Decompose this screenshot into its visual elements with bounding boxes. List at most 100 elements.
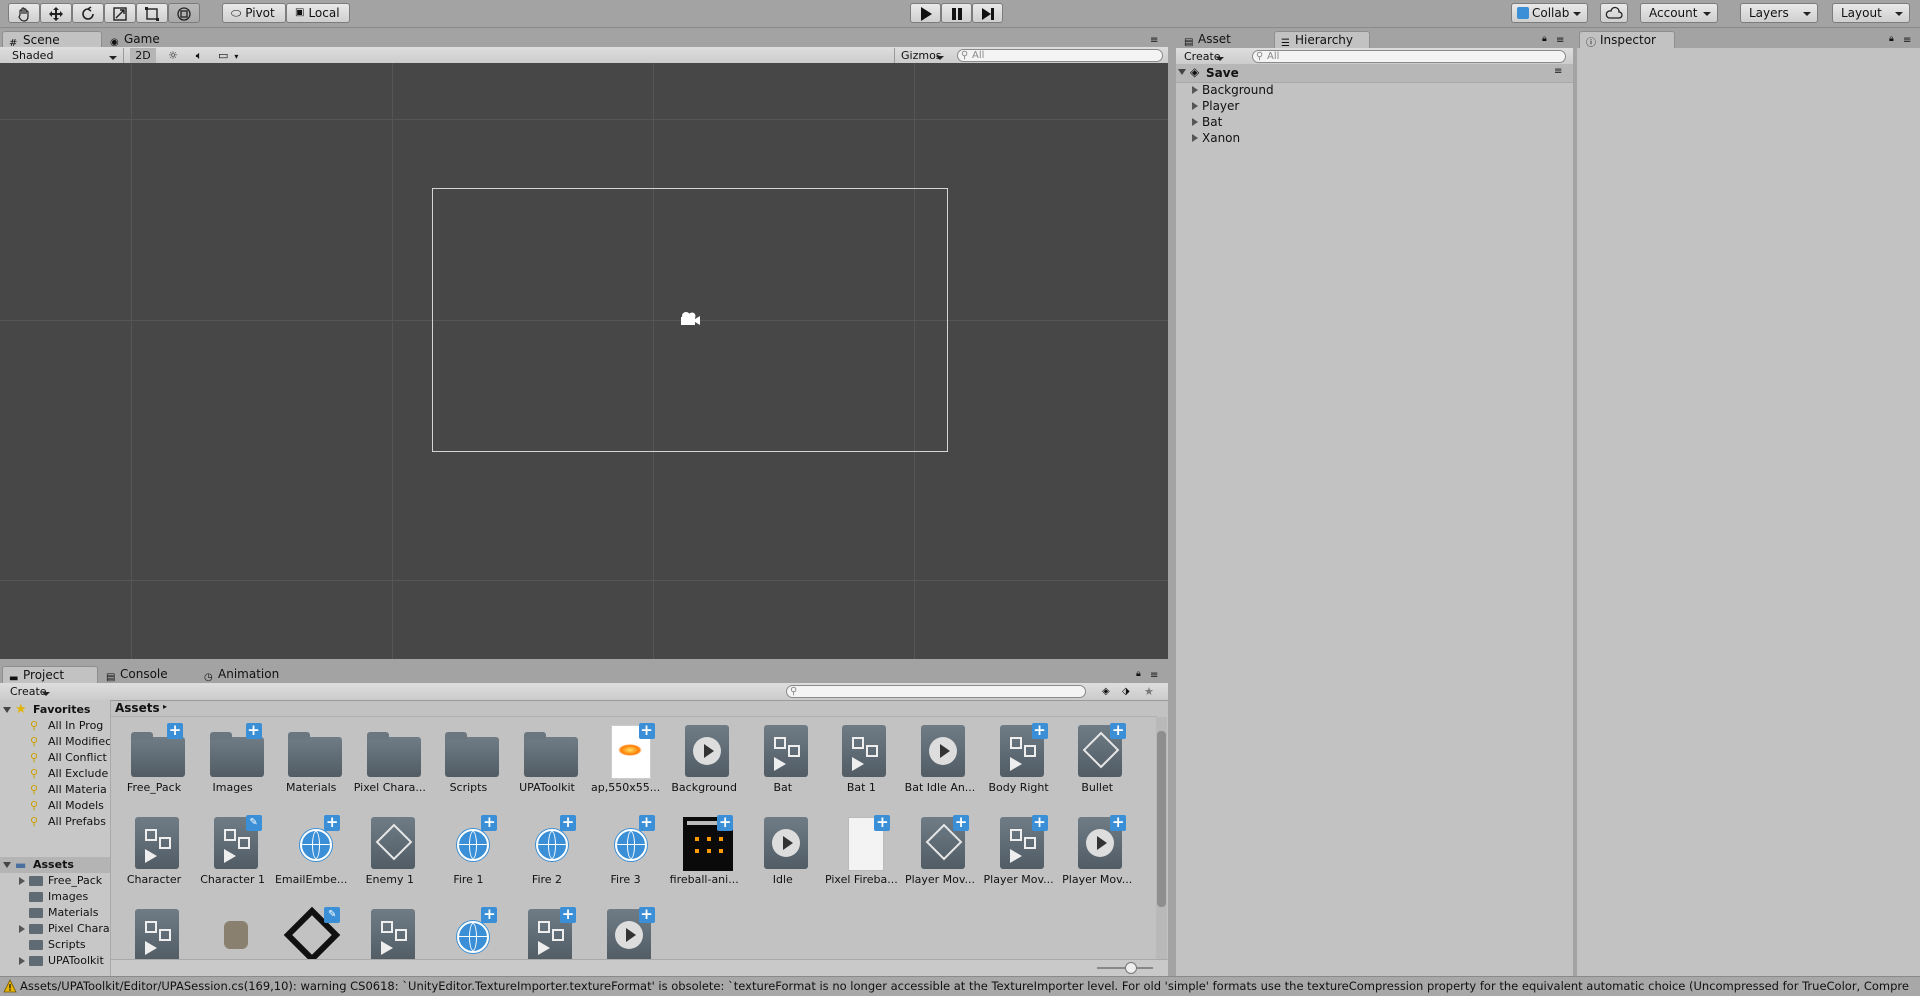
asset-item[interactable] (117, 901, 191, 959)
hierarchy-create-dropdown[interactable]: Create (1180, 49, 1230, 64)
pause-button[interactable] (941, 3, 972, 23)
expand-triangle-icon[interactable] (1192, 86, 1198, 94)
scale-tool-button[interactable] (104, 3, 136, 23)
scrollbar-thumb[interactable] (1157, 731, 1166, 907)
asset-grid-scrollbar[interactable] (1156, 717, 1167, 959)
tab-project[interactable]: ▬ Project (2, 666, 98, 684)
asset-item[interactable]: Enemy 1 (353, 809, 427, 901)
expand-triangle-icon[interactable] (19, 957, 25, 965)
lock-icon[interactable]: 🔒︎ (1889, 34, 1894, 44)
effects-dropdown[interactable]: ▭ ▾ (214, 48, 246, 63)
step-button[interactable] (972, 3, 1003, 23)
hierarchy-item[interactable]: Xanon (1176, 130, 1573, 146)
collab-dropdown[interactable]: Collab (1511, 3, 1588, 23)
asset-folder-item[interactable]: Scripts (0, 937, 110, 953)
hand-tool-button[interactable] (8, 3, 40, 23)
panel-menu-icon[interactable]: ≡ (1150, 35, 1158, 46)
filter-by-type-icon[interactable]: ◈ (1098, 684, 1116, 699)
expand-triangle-icon[interactable] (1192, 102, 1198, 110)
favorite-item[interactable]: ⚲ All Materia (0, 782, 110, 798)
tab-scene[interactable]: # Scene (2, 31, 102, 49)
gizmos-dropdown[interactable]: Gizmos (894, 48, 950, 63)
2d-toggle-button[interactable]: 2D (130, 48, 156, 63)
asset-item[interactable]: + (431, 901, 505, 959)
play-button[interactable] (910, 3, 941, 23)
favorite-item[interactable]: ⚲ All Modifiec (0, 734, 110, 750)
asset-item[interactable]: ✎ Character 1 (196, 809, 270, 901)
tab-game[interactable]: ◉ Game (104, 31, 184, 48)
rotate-tool-button[interactable] (72, 3, 104, 23)
asset-item[interactable]: + Pixel Fireba... (824, 809, 898, 901)
asset-item[interactable]: + EmailEmbe... (274, 809, 348, 901)
expand-triangle-icon[interactable] (3, 707, 11, 713)
project-search-input[interactable]: ⚲ (786, 685, 1086, 698)
expand-triangle-icon[interactable] (19, 877, 25, 885)
project-create-dropdown[interactable]: Create (6, 684, 56, 699)
local-toggle-button[interactable]: ▣ Local (286, 3, 350, 23)
account-dropdown[interactable]: Account (1640, 3, 1718, 23)
asset-folder-item[interactable]: Materials (0, 905, 110, 921)
audio-toggle-icon[interactable]: 🔈︎ (188, 48, 210, 63)
favorite-item[interactable]: ⚲ All Models (0, 798, 110, 814)
lock-icon[interactable]: 🔒︎ (1542, 34, 1547, 44)
asset-item[interactable]: + Player Mov... (903, 809, 977, 901)
asset-item[interactable]: + Body Right (982, 717, 1056, 809)
cloud-services-button[interactable] (1600, 3, 1628, 23)
expand-triangle-icon[interactable] (1178, 69, 1186, 75)
favorite-star-icon[interactable]: ★ (1140, 684, 1158, 699)
favorite-item[interactable]: ⚲ All Exclude (0, 766, 110, 782)
asset-item[interactable]: + (510, 901, 584, 959)
asset-item[interactable]: ✎ (274, 901, 348, 959)
lighting-toggle-icon[interactable]: ☼ (162, 48, 184, 63)
assets-root-header[interactable]: ▬ Assets (0, 857, 110, 873)
asset-folder-item[interactable]: Pixel Chara (0, 921, 110, 937)
asset-item[interactable]: + Images (196, 717, 270, 809)
asset-item[interactable]: + Fire 1 (431, 809, 505, 901)
tab-hierarchy[interactable]: ☰ Hierarchy (1274, 31, 1370, 49)
asset-item[interactable]: + Free_Pack (117, 717, 191, 809)
expand-triangle-icon[interactable] (19, 925, 25, 933)
filter-by-label-icon[interactable]: ⬗ (1118, 684, 1136, 699)
expand-triangle-icon[interactable] (3, 862, 11, 868)
transform-tool-button[interactable] (168, 3, 200, 23)
vertical-splitter[interactable] (1168, 29, 1176, 976)
expand-triangle-icon[interactable] (1192, 134, 1198, 142)
asset-item[interactable]: Materials (274, 717, 348, 809)
asset-item[interactable]: Pixel Chara... (353, 717, 427, 809)
asset-item[interactable]: + Fire 2 (510, 809, 584, 901)
panel-menu-icon[interactable]: ≡ (1556, 35, 1564, 46)
zoom-slider-thumb[interactable] (1125, 962, 1137, 974)
status-bar[interactable]: Assets/UPAToolkit/Editor/UPASession.cs(1… (0, 976, 1920, 996)
asset-item[interactable]: Bat Idle An... (903, 717, 977, 809)
panel-menu-icon[interactable]: ≡ (1903, 35, 1911, 46)
asset-item[interactable]: + fireball-ani... (667, 809, 741, 901)
tab-asset-store[interactable]: ▤ Asset Store (1178, 31, 1272, 63)
scene-viewport[interactable] (0, 63, 1168, 659)
asset-item[interactable]: + (589, 901, 663, 959)
asset-item[interactable]: + Fire 3 (589, 809, 663, 901)
scene-header-row[interactable]: ◈ Save ≡ (1176, 64, 1573, 83)
asset-item[interactable]: Scripts (431, 717, 505, 809)
asset-item[interactable] (353, 901, 427, 959)
asset-item[interactable]: Bat (746, 717, 820, 809)
favorite-item[interactable]: ⚲ All Conflict (0, 750, 110, 766)
asset-folder-item[interactable]: Free_Pack (0, 873, 110, 889)
panel-menu-icon[interactable]: ≡ (1150, 670, 1158, 681)
favorite-item[interactable]: ⚲ All Prefabs (0, 814, 110, 830)
scene-search-input[interactable]: ⚲ All (957, 49, 1163, 62)
shading-mode-dropdown[interactable]: Shaded (4, 48, 124, 63)
asset-item[interactable]: Character (117, 809, 191, 901)
asset-item[interactable]: + Bullet (1060, 717, 1134, 809)
asset-item[interactable]: Idle (746, 809, 820, 901)
pivot-toggle-button[interactable]: ⬭ Pivot (222, 3, 286, 23)
hierarchy-item[interactable]: Background (1176, 82, 1573, 98)
layout-dropdown[interactable]: Layout (1832, 3, 1910, 23)
asset-item[interactable] (196, 901, 270, 959)
tab-console[interactable]: ▤ Console (100, 666, 196, 683)
move-tool-button[interactable] (40, 3, 72, 23)
asset-folder-item[interactable]: Images (0, 889, 110, 905)
layers-dropdown[interactable]: Layers (1740, 3, 1818, 23)
hierarchy-search-input[interactable]: ⚲ All (1252, 50, 1566, 63)
hierarchy-item[interactable]: Bat (1176, 114, 1573, 130)
favorite-item[interactable]: ⚲ All In Prog (0, 718, 110, 734)
